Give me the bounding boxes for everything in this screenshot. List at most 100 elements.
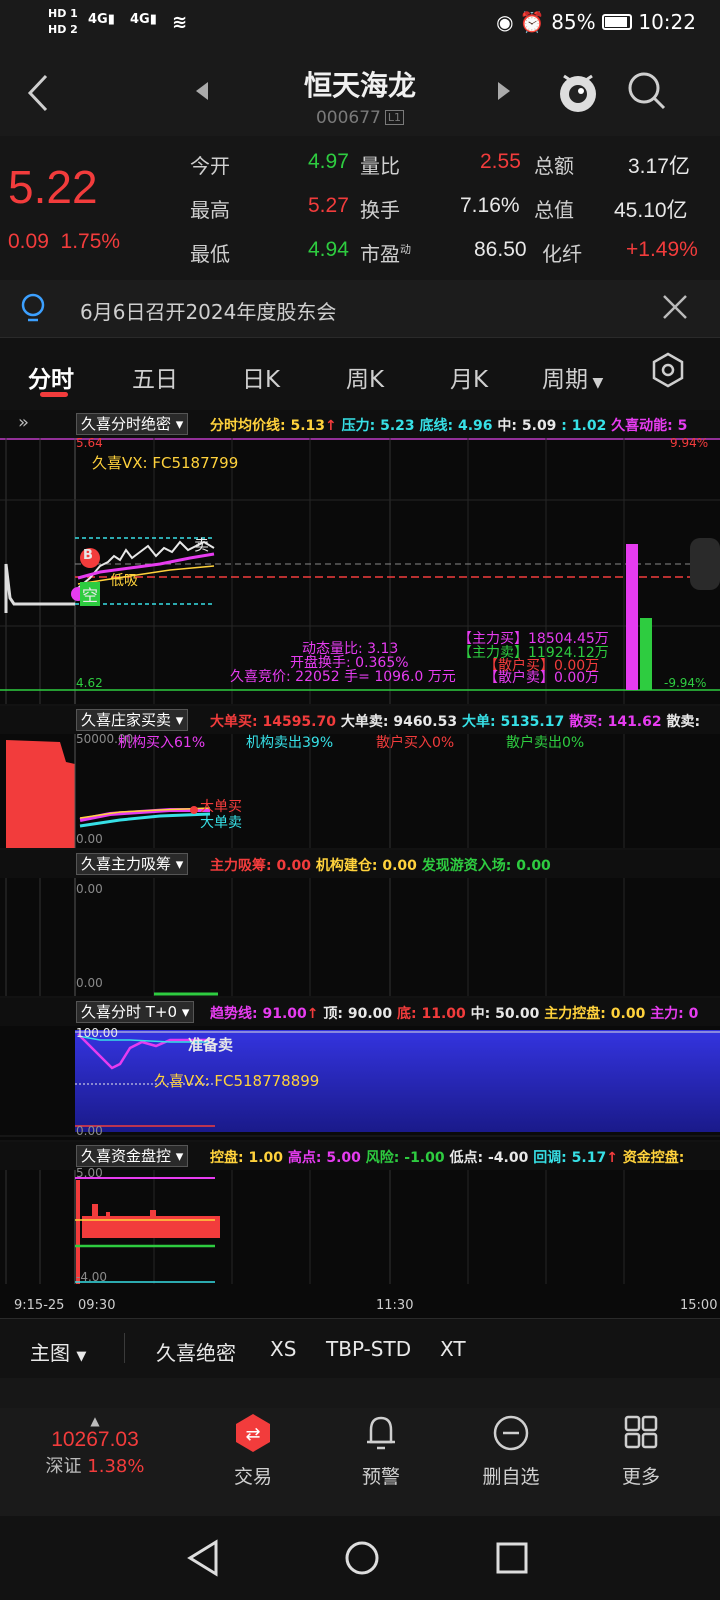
sys-recents-icon[interactable] [494,1540,530,1576]
indicator-select-1[interactable]: 久喜分时绝密 ▾ [76,413,189,435]
absorb-top: 0.00 [76,882,103,896]
sys-back-icon[interactable] [186,1538,222,1578]
indicator-1-name: 久喜分时绝密 [81,415,172,433]
nav-remove-label: 删自选 [482,1466,540,1488]
indicator-2-name: 久喜庄家买卖 [81,711,172,729]
mktcap-label: 总值 [534,198,574,222]
indicator-option-xs[interactable]: XS [270,1337,296,1361]
indicator-option-tbp[interactable]: TBP-STD [326,1337,411,1361]
main-control: 主力控盘: 0.00 [544,1006,646,1022]
notice-bar[interactable]: 6月6日召开2024年度股东会 [0,280,720,338]
low-value: 4.94 [308,238,349,261]
tab-intraday[interactable]: 分时 [28,360,74,394]
tab-period[interactable]: 周期 ▼ [542,360,603,394]
bottom-nav: ▲ 10267.03 深证 1.38% ⇄ 交易 预警 删自选 更多 [0,1408,720,1516]
tab-week-k[interactable]: 周K [346,360,384,394]
retail-sell-val: 散卖: [666,714,701,730]
sector-label[interactable]: 化纤 [542,242,582,266]
search-icon[interactable] [626,70,668,112]
tab-five-day[interactable]: 五日 [132,360,178,394]
inst-sell-pct: 机构卖出39% [246,735,334,751]
clock: 10:22 [638,10,696,34]
time-axis: 9:15-25 09:30 11:30 15:00 [0,1296,720,1318]
sector-change[interactable]: +1.49% [626,238,698,262]
t0-chart[interactable]: 100.00 0.00 准备卖 久喜VX: FC518778899 [0,1026,720,1140]
sell-label: 卖 [194,536,210,554]
status-right: ◉ ⏰ 85% 10:22 [496,10,696,34]
indicator-option-xt[interactable]: XT [440,1337,466,1361]
quote-row-1: 今开 [190,150,230,179]
bottom-line: 底线: 4.96 [419,418,493,434]
indicator-option-jiuxi[interactable]: 久喜绝密 [156,1337,236,1366]
big-sell-val: 大单卖: 9460.53 [340,714,458,730]
dip-buy-label: 低吸 [110,573,138,589]
main-force: 主力: 0 [650,1006,699,1022]
nav-more-label: 更多 [621,1466,660,1488]
status-bar: HD 1 HD 2 4G▮ 4G▮ ≋ ◉ ⏰ 85% 10:22 [0,0,720,48]
indicator-5-name: 久喜资金盘控 [81,1147,172,1165]
tab-day-k[interactable]: 日K [242,360,280,394]
nav-trade[interactable]: ⇄ 交易 [198,1412,308,1489]
vol-ratio-label: 量比 [360,154,400,178]
banker-chart-svg [6,734,625,848]
indicator-4-name: 久喜分时 T+0 [81,1003,178,1021]
chart-top-pct: 9.94% [670,436,709,450]
tab-month-k[interactable]: 月K [450,360,488,394]
chart-bot-pct: -9.94% [664,676,707,690]
mascot-icon[interactable] [556,68,600,116]
low-point: 低点: -4.00 [449,1150,529,1166]
price-change: 0.09 1.75% [8,230,120,254]
mid: 中: 5.09 [497,418,557,434]
settings-hex-icon[interactable] [652,352,684,388]
banker-bot: 0.00 [76,832,103,846]
change-value: 0.09 [8,230,49,253]
ratio: : 1.02 [561,418,607,434]
nav-more[interactable]: 更多 [586,1412,696,1489]
nav-trade-label: 交易 [233,1466,272,1488]
expand-icon[interactable]: » [18,412,29,433]
absorb-chart[interactable]: 0.00 0.00 [0,878,720,996]
fund-chart[interactable]: 5.00 -4.00 [0,1166,720,1296]
trade-icon: ⇄ [236,1414,270,1452]
mktcap-value: 45.10亿 [614,199,688,222]
pe-label: 市盈 [360,242,400,266]
indicator-row-4: 久喜分时 T+0 ▾ 趋势线: 91.00↑ 顶: 90.00 底: 11.00… [0,998,720,1026]
banker-chart[interactable]: 50000.00 0.00 机构买入61% 机构卖出39% 散户买入0% 散户卖… [0,732,720,848]
nav-remove-watch[interactable]: 删自选 [456,1412,566,1489]
main-select-label: 主图 [30,1341,70,1365]
main-chart-select[interactable]: 主图 ▼ [30,1337,86,1366]
empty-marker: 空 [80,582,101,606]
indicator-select-3[interactable]: 久喜主力吸筹 ▾ [76,853,189,875]
signal-1-icon: 4G▮ [88,12,115,27]
net1: 4G [88,12,108,27]
level-badge: L1 [384,110,405,125]
avg-line: 分时均价线: 5.13 [210,418,326,434]
retail-buy-val: 散买: 141.62 [569,714,662,730]
stock-header: 恒天海龙 000677 L1 [0,48,720,136]
index-pct: 1.38% [87,1456,145,1477]
indicator-select-4[interactable]: 久喜分时 T+0 ▾ [76,1001,195,1023]
retail-sell: 【散户卖】0.00万 [484,670,600,686]
notice-text[interactable]: 6月6日召开2024年度股东会 [80,296,336,325]
main-chart[interactable]: 5.64 9.94% 4.62 -9.94% 久喜VX: FC5187799 B… [0,436,720,704]
close-icon[interactable] [660,292,690,322]
buy-marker: B [83,548,93,563]
t0-watermark: 久喜VX: FC518778899 [154,1072,320,1090]
next-stock-icon[interactable] [496,82,510,100]
grid-icon [624,1415,658,1449]
indicator-select-5[interactable]: 久喜资金盘控 ▾ [76,1145,189,1167]
sys-home-icon[interactable] [342,1538,382,1578]
hot-money: 发现游资入场: 0.00 [421,858,551,874]
inst-build: 机构建仓: 0.00 [315,858,417,874]
change-pct: 1.75% [60,230,121,253]
open-value: 4.97 [308,150,349,173]
index-widget[interactable]: ▲ 10267.03 深证 1.38% [0,1414,190,1478]
stock-code: 000677 L1 [0,108,720,128]
bell-icon [367,1416,395,1450]
high-point: 高点: 5.00 [287,1150,361,1166]
indicator-select-2[interactable]: 久喜庄家买卖 ▾ [76,709,189,731]
nav-alert[interactable]: 预警 [326,1412,436,1489]
open-label: 今开 [190,154,230,178]
fund-chart-svg [5,1170,625,1284]
big-net-val: 大单: 5135.17 [461,714,565,730]
